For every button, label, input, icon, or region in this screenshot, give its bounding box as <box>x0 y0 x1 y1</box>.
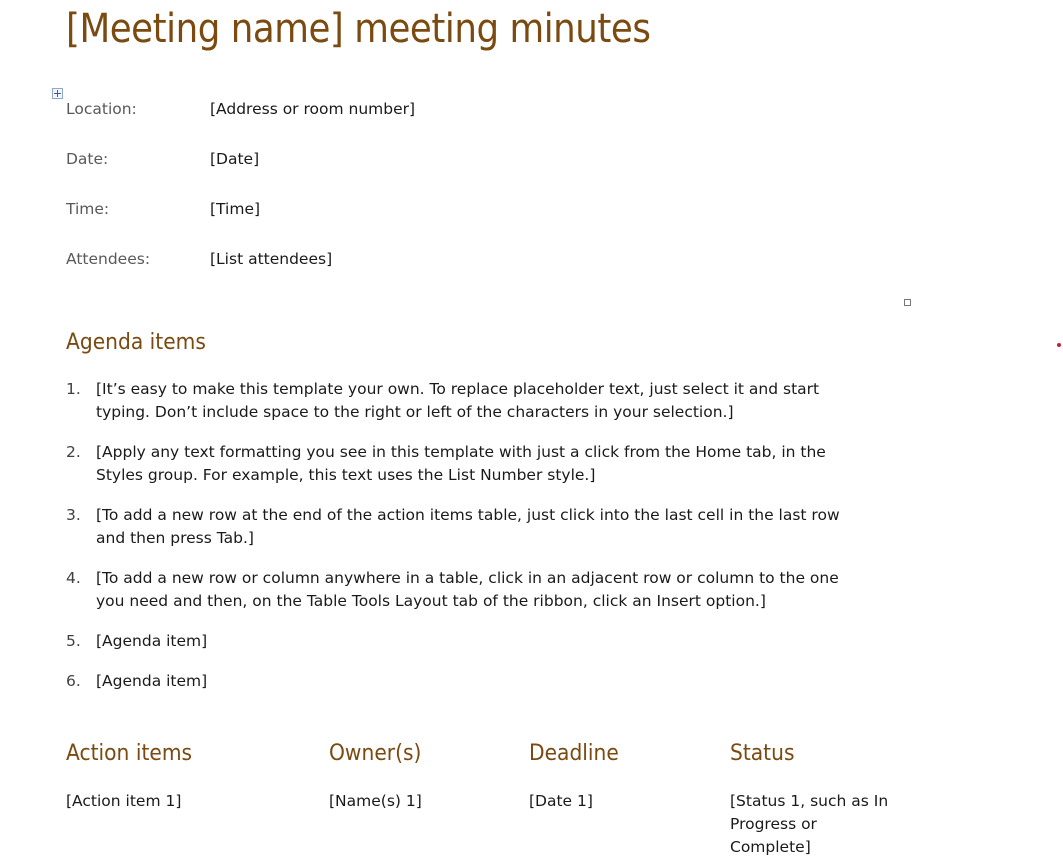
agenda-item-number: 1. <box>66 380 81 398</box>
agenda-item-text[interactable]: [It’s easy to make this template your ow… <box>96 378 916 424</box>
red-dot-icon <box>1057 343 1061 347</box>
attendees-value[interactable]: [List attendees] <box>210 250 332 268</box>
date-value[interactable]: [Date] <box>210 150 259 168</box>
action-item-cell[interactable]: [Action item 1] <box>66 790 181 813</box>
agenda-list: 1. [It’s easy to make this template your… <box>66 378 916 710</box>
agenda-item[interactable]: 6. [Agenda item] <box>66 670 916 693</box>
column-header-deadline[interactable]: Deadline <box>529 741 619 766</box>
time-label: Time: <box>66 200 110 218</box>
time-value[interactable]: [Time] <box>210 200 260 218</box>
agenda-item-text[interactable]: [Apply any text formatting you see in th… <box>96 441 916 487</box>
agenda-item-text[interactable]: [To add a new row at the end of the acti… <box>96 504 916 550</box>
deadline-cell[interactable]: [Date 1] <box>529 790 593 813</box>
agenda-item[interactable]: 4. [To add a new row or column anywhere … <box>66 567 916 613</box>
agenda-item-number: 3. <box>66 506 81 524</box>
date-label: Date: <box>66 150 109 168</box>
agenda-item[interactable]: 3. [To add a new row at the end of the a… <box>66 504 916 550</box>
agenda-heading[interactable]: Agenda items <box>66 330 206 355</box>
agenda-item-text[interactable]: [To add a new row or column anywhere in … <box>96 567 916 613</box>
owner-cell[interactable]: [Name(s) 1] <box>329 790 422 813</box>
agenda-item-number: 2. <box>66 443 81 461</box>
column-header-status[interactable]: Status <box>730 741 795 766</box>
column-header-action-items[interactable]: Action items <box>66 741 192 766</box>
agenda-item-number: 4. <box>66 569 81 587</box>
location-label: Location: <box>66 100 137 118</box>
table-resize-handle-icon[interactable] <box>904 299 911 306</box>
status-cell[interactable]: [Status 1, such as In Progress or Comple… <box>730 790 888 859</box>
agenda-item-number: 5. <box>66 632 81 650</box>
agenda-item-number: 6. <box>66 672 81 690</box>
agenda-item[interactable]: 5. [Agenda item] <box>66 630 916 653</box>
agenda-item-text[interactable]: [Agenda item] <box>96 670 916 693</box>
location-value[interactable]: [Address or room number] <box>210 100 415 118</box>
table-move-handle-icon[interactable] <box>52 88 63 99</box>
column-header-owners[interactable]: Owner(s) <box>329 741 421 766</box>
document-title[interactable]: [Meeting name] meeting minutes <box>66 6 651 52</box>
attendees-label: Attendees: <box>66 250 151 268</box>
agenda-item[interactable]: 2. [Apply any text formatting you see in… <box>66 441 916 487</box>
agenda-item-text[interactable]: [Agenda item] <box>96 630 916 653</box>
agenda-item[interactable]: 1. [It’s easy to make this template your… <box>66 378 916 424</box>
